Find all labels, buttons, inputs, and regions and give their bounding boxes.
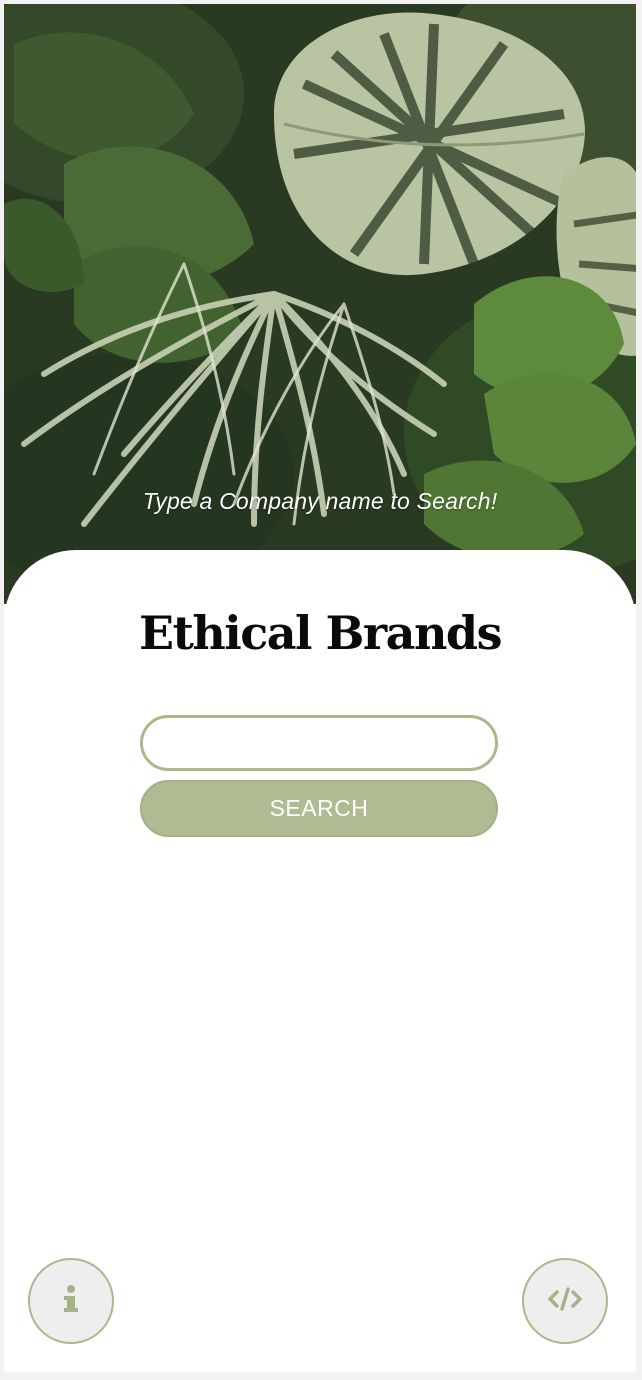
info-icon: [61, 1284, 81, 1319]
search-card: Ethical Brands SEARCH: [4, 550, 636, 1372]
info-button[interactable]: [28, 1258, 114, 1344]
hero-banner: Type a Company name to Search!: [4, 4, 636, 604]
app-frame: Type a Company name to Search! Ethical B…: [4, 4, 636, 1372]
company-search-input[interactable]: [140, 715, 498, 771]
search-button[interactable]: SEARCH: [140, 780, 498, 837]
code-button[interactable]: [522, 1258, 608, 1344]
page-title: Ethical Brands: [139, 606, 502, 660]
code-icon: [547, 1286, 583, 1316]
hero-caption: Type a Company name to Search!: [142, 488, 498, 514]
